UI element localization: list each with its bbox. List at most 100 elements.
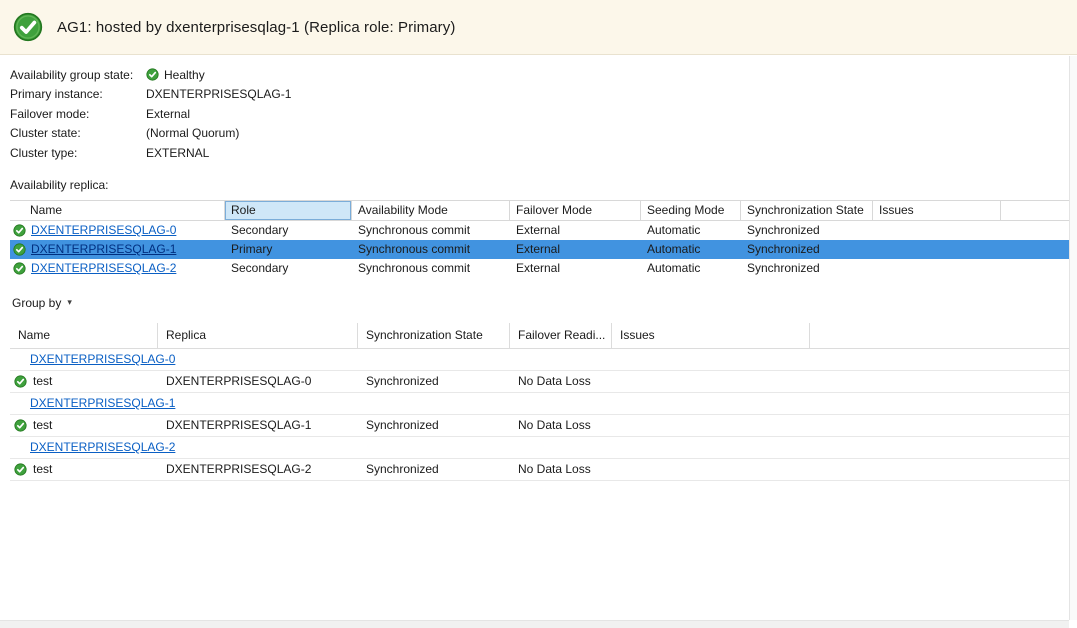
seeding-mode-cell: Automatic [641, 240, 741, 259]
database-row[interactable]: test DXENTERPRISESQLAG-0 Synchronized No… [10, 371, 1077, 393]
replica-cell: DXENTERPRISESQLAG-0 [158, 371, 358, 392]
issues-cell [873, 259, 1001, 278]
column-header-synchronization-state[interactable]: Synchronization State [358, 323, 510, 348]
issues-cell [612, 459, 810, 480]
failover-readiness-cell: No Data Loss [510, 371, 612, 392]
filler-cell [1001, 240, 1077, 259]
page-title: AG1: hosted by dxenterprisesqlag-1 (Repl… [57, 19, 455, 36]
column-header-failover-readiness[interactable]: Failover Readi... [510, 323, 612, 348]
database-table: Name Replica Synchronization State Failo… [10, 323, 1077, 481]
summary-value-text: External [146, 107, 190, 121]
dashboard-content: Availability group state: Healthy Primar… [0, 55, 1077, 481]
column-header-name[interactable]: Name [10, 323, 158, 348]
group-by-dropdown[interactable]: Group by ▾ [10, 293, 78, 313]
database-group-row-sqlag-1[interactable]: DXENTERPRISESQLAG-1 [10, 393, 1077, 415]
replica-name-link[interactable]: DXENTERPRISESQLAG-2 [31, 261, 176, 275]
synchronization-state-cell: Synchronized [741, 240, 873, 259]
column-header-availability-mode[interactable]: Availability Mode [352, 201, 510, 220]
summary-value-text: EXTERNAL [146, 146, 209, 160]
replica-row-sqlag-0[interactable]: DXENTERPRISESQLAG-0 Secondary Synchronou… [10, 221, 1077, 240]
summary-value-text: DXENTERPRISESQLAG-1 [146, 87, 291, 101]
replica-table: Name Role Availability Mode Failover Mod… [10, 200, 1077, 278]
replica-table-header: Name Role Availability Mode Failover Mod… [10, 200, 1077, 221]
column-header-filler [1001, 201, 1077, 220]
summary-label: Cluster type: [10, 146, 146, 160]
availability-replica-label: Availability replica: [10, 178, 1077, 192]
replica-name-cell: DXENTERPRISESQLAG-0 [10, 221, 225, 240]
column-header-replica[interactable]: Replica [158, 323, 358, 348]
failover-mode-cell: External [510, 259, 641, 278]
column-header-role[interactable]: Role [225, 201, 352, 220]
horizontal-scrollbar[interactable] [0, 620, 1069, 628]
summary-label: Primary instance: [10, 87, 146, 101]
issues-cell [612, 371, 810, 392]
failover-mode-cell: External [510, 240, 641, 259]
healthy-check-icon [13, 243, 26, 256]
failover-mode-cell: External [510, 221, 641, 240]
healthy-check-icon [13, 262, 26, 275]
issues-cell [612, 415, 810, 436]
healthy-check-icon [14, 463, 27, 476]
replica-name-link[interactable]: DXENTERPRISESQLAG-0 [31, 223, 176, 237]
failover-readiness-cell: No Data Loss [510, 459, 612, 480]
availability-mode-cell: Synchronous commit [352, 259, 510, 278]
filler-cell [1001, 259, 1077, 278]
healthy-status-icon [13, 12, 43, 42]
summary-section: Availability group state: Healthy Primar… [10, 65, 1077, 163]
dashboard-header: AG1: hosted by dxenterprisesqlag-1 (Repl… [0, 0, 1077, 55]
issues-cell [873, 240, 1001, 259]
summary-row-failover-mode: Failover mode: External [10, 104, 1077, 124]
group-name-link[interactable]: DXENTERPRISESQLAG-0 [30, 352, 175, 366]
replica-cell: DXENTERPRISESQLAG-2 [158, 459, 358, 480]
database-name: test [33, 462, 52, 476]
healthy-check-icon [146, 68, 159, 81]
healthy-check-icon [14, 419, 27, 432]
chevron-down-icon: ▾ [67, 298, 72, 307]
replica-name-link[interactable]: DXENTERPRISESQLAG-1 [31, 242, 176, 256]
synchronization-state-cell: Synchronized [358, 415, 510, 436]
role-cell: Primary [225, 240, 352, 259]
synchronization-state-cell: Synchronized [358, 459, 510, 480]
replica-row-sqlag-1-selected[interactable]: DXENTERPRISESQLAG-1 Primary Synchronous … [10, 240, 1077, 259]
group-by-label: Group by [12, 296, 61, 310]
column-header-issues[interactable]: Issues [873, 201, 1001, 220]
group-name-link[interactable]: DXENTERPRISESQLAG-2 [30, 440, 175, 454]
database-name-cell: test [10, 415, 158, 436]
database-row[interactable]: test DXENTERPRISESQLAG-2 Synchronized No… [10, 459, 1077, 481]
column-header-seeding-mode[interactable]: Seeding Mode [641, 201, 741, 220]
replica-name-cell: DXENTERPRISESQLAG-2 [10, 259, 225, 278]
summary-row-primary-instance: Primary instance: DXENTERPRISESQLAG-1 [10, 85, 1077, 105]
database-row[interactable]: test DXENTERPRISESQLAG-1 Synchronized No… [10, 415, 1077, 437]
summary-row-cluster-type: Cluster type: EXTERNAL [10, 143, 1077, 163]
database-name-cell: test [10, 371, 158, 392]
database-group-row-sqlag-2[interactable]: DXENTERPRISESQLAG-2 [10, 437, 1077, 459]
seeding-mode-cell: Automatic [641, 259, 741, 278]
replica-row-sqlag-2[interactable]: DXENTERPRISESQLAG-2 Secondary Synchronou… [10, 259, 1077, 278]
database-group-row-sqlag-0[interactable]: DXENTERPRISESQLAG-0 [10, 349, 1077, 371]
column-header-synchronization-state[interactable]: Synchronization State [741, 201, 873, 220]
synchronization-state-cell: Synchronized [358, 371, 510, 392]
availability-mode-cell: Synchronous commit [352, 240, 510, 259]
role-cell: Secondary [225, 259, 352, 278]
vertical-scrollbar[interactable] [1069, 56, 1077, 620]
column-header-failover-mode[interactable]: Failover Mode [510, 201, 641, 220]
database-table-header: Name Replica Synchronization State Failo… [10, 323, 1077, 349]
column-header-issues[interactable]: Issues [612, 323, 810, 348]
column-header-name[interactable]: Name [10, 201, 225, 220]
healthy-check-icon [13, 224, 26, 237]
synchronization-state-cell: Synchronized [741, 259, 873, 278]
summary-row-cluster-state: Cluster state: (Normal Quorum) [10, 124, 1077, 144]
replica-name-cell: DXENTERPRISESQLAG-1 [10, 240, 225, 259]
role-cell: Secondary [225, 221, 352, 240]
group-name-link[interactable]: DXENTERPRISESQLAG-1 [30, 396, 175, 410]
replica-cell: DXENTERPRISESQLAG-1 [158, 415, 358, 436]
summary-value-text: (Normal Quorum) [146, 126, 239, 140]
synchronization-state-cell: Synchronized [741, 221, 873, 240]
filler-cell [1001, 221, 1077, 240]
healthy-check-icon [14, 375, 27, 388]
issues-cell [873, 221, 1001, 240]
failover-readiness-cell: No Data Loss [510, 415, 612, 436]
summary-label: Availability group state: [10, 68, 146, 82]
database-name: test [33, 374, 52, 388]
database-name-cell: test [10, 459, 158, 480]
